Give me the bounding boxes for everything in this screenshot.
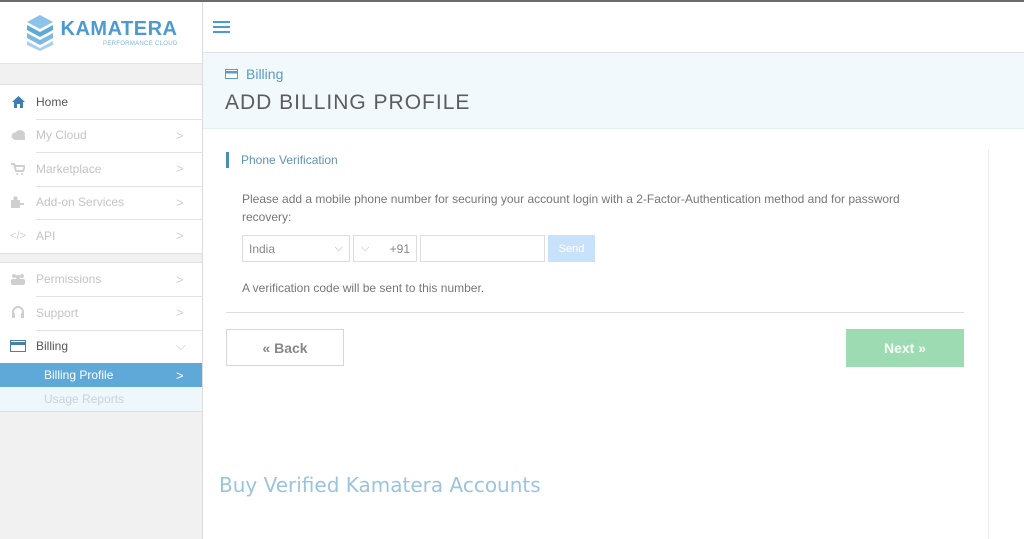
breadcrumb-billing[interactable]: Billing bbox=[246, 66, 283, 82]
nav-group-account: Permissions > Support > Billing ⌵ Billin… bbox=[0, 261, 202, 412]
sidebar-item-label: Billing bbox=[36, 339, 69, 354]
sidebar-subitem-label: Usage Reports bbox=[44, 392, 125, 406]
credit-card-icon bbox=[10, 339, 26, 353]
brand-name: KAMATERA bbox=[60, 17, 178, 40]
send-button[interactable]: Send bbox=[548, 235, 595, 262]
next-button[interactable]: Next » bbox=[846, 329, 964, 367]
sidebar-item-marketplace[interactable]: Marketplace > bbox=[0, 152, 202, 186]
sidebar-item-billing[interactable]: Billing ⌵ bbox=[0, 329, 202, 364]
cart-icon bbox=[10, 162, 26, 176]
sidebar-item-home[interactable]: Home bbox=[0, 85, 202, 119]
section-title: Phone Verification bbox=[226, 152, 338, 168]
chevron-down-icon: ⌵ bbox=[334, 242, 343, 254]
logo-area: KAMATERA PERFORMANCE CLOUD bbox=[0, 2, 202, 64]
credit-card-icon bbox=[225, 69, 238, 79]
sidebar-item-label: Marketplace bbox=[36, 161, 102, 176]
chevron-right-icon: > bbox=[176, 194, 184, 210]
phone-number-input[interactable] bbox=[420, 235, 545, 262]
home-icon bbox=[10, 95, 26, 109]
sidebar-subitem-usage-reports[interactable]: Usage Reports bbox=[0, 387, 202, 411]
kamatera-logo[interactable]: KAMATERA PERFORMANCE CLOUD bbox=[25, 14, 178, 52]
sidebar-item-label: Support bbox=[36, 305, 79, 320]
top-header bbox=[203, 2, 1024, 53]
sidebar-item-my-cloud[interactable]: My Cloud > bbox=[0, 118, 202, 153]
sidebar-item-add-on-services[interactable]: Add-on Services > bbox=[0, 185, 202, 220]
country-value: India bbox=[249, 241, 276, 256]
sidebar-item-api[interactable]: </> API > bbox=[0, 219, 202, 253]
users-icon bbox=[10, 272, 26, 286]
description-text: Please add a mobile phone number for sec… bbox=[242, 192, 900, 224]
brand-tagline: PERFORMANCE CLOUD bbox=[103, 40, 178, 47]
dial-code-select[interactable]: ⌵ +91 bbox=[353, 235, 417, 262]
page-title: ADD BILLING PROFILE bbox=[225, 91, 471, 114]
chevron-down-icon: ⌵ bbox=[176, 338, 186, 354]
logo-mark-icon bbox=[26, 14, 53, 51]
watermark-text: Buy Verified Kamatera Accounts bbox=[219, 473, 541, 497]
chevron-right-icon: > bbox=[176, 161, 184, 177]
breadcrumb: Billing bbox=[225, 66, 283, 82]
chevron-right-icon: > bbox=[176, 367, 184, 383]
chevron-right-icon: > bbox=[176, 127, 184, 143]
country-select[interactable]: India ⌵ bbox=[242, 235, 350, 262]
divider bbox=[226, 312, 964, 313]
chevron-right-icon: > bbox=[176, 228, 184, 244]
page-title-band: Billing ADD BILLING PROFILE bbox=[203, 53, 1024, 129]
sidebar-item-label: My Cloud bbox=[36, 128, 87, 143]
sidebar-item-label: Add-on Services bbox=[36, 195, 125, 210]
hamburger-icon[interactable] bbox=[213, 21, 230, 34]
nav-group-main: Home My Cloud > Marketplace > Add-on Ser… bbox=[0, 84, 202, 254]
chevron-down-icon: ⌵ bbox=[361, 242, 370, 254]
sidebar-item-support[interactable]: Support > bbox=[0, 296, 202, 330]
cloud-icon bbox=[10, 128, 26, 142]
chevron-right-icon: > bbox=[176, 271, 184, 287]
back-button[interactable]: « Back bbox=[226, 329, 344, 366]
sidebar-item-label: Home bbox=[36, 94, 69, 109]
sidebar-item-permissions[interactable]: Permissions > bbox=[0, 263, 202, 297]
headset-icon bbox=[10, 306, 26, 320]
code-icon: </> bbox=[10, 229, 26, 242]
sidebar-item-label: Permissions bbox=[36, 272, 102, 287]
sidebar: KAMATERA PERFORMANCE CLOUD Home My Cloud… bbox=[0, 2, 203, 539]
sidebar-subitem-label: Billing Profile bbox=[44, 368, 114, 382]
puzzle-icon bbox=[10, 195, 26, 209]
chevron-right-icon: > bbox=[176, 305, 184, 321]
verification-note: A verification code will be sent to this… bbox=[242, 281, 485, 295]
sidebar-item-label: API bbox=[36, 228, 56, 243]
dial-code-value: +91 bbox=[389, 241, 410, 256]
sidebar-subitem-billing-profile[interactable]: Billing Profile > bbox=[0, 363, 202, 387]
